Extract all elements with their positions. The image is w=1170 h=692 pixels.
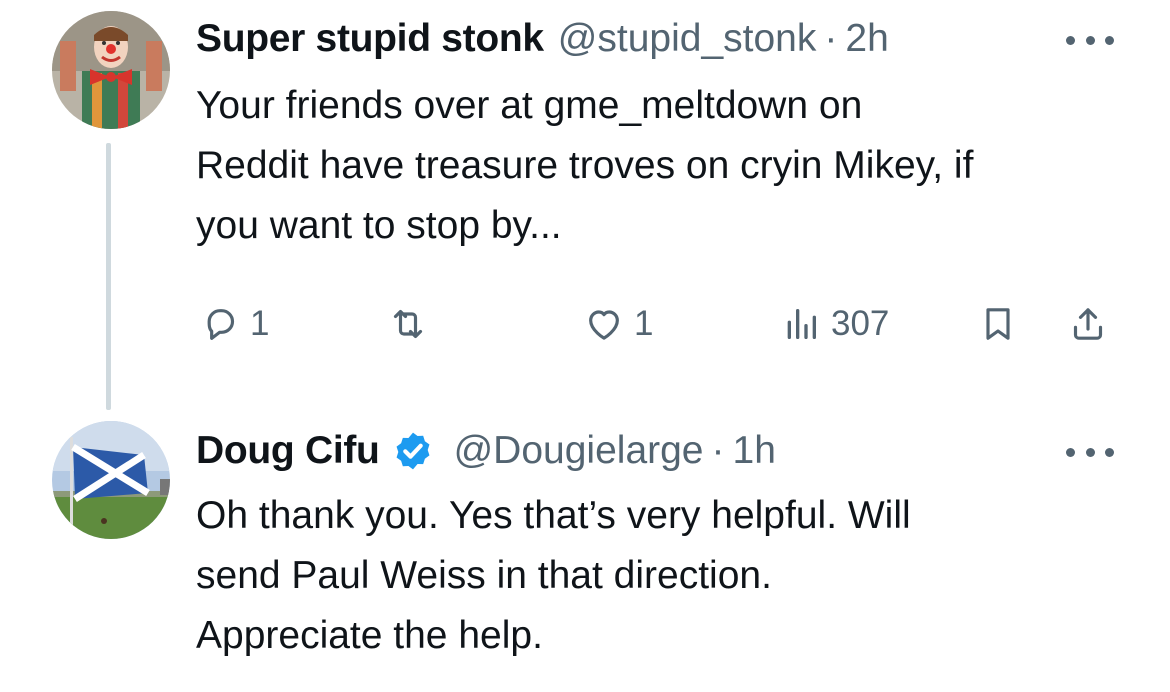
views-button[interactable]: 307: [781, 296, 889, 352]
more-icon-dot: [1066, 35, 1075, 45]
tweet-text: Your friends over at gme_meltdown on Red…: [196, 76, 1136, 256]
more-icon-dot: [1066, 447, 1075, 457]
tweet-header: Doug Cifu @Dougielarge · 1h: [196, 428, 776, 474]
verified-badge-icon[interactable]: [392, 430, 434, 472]
tweet-text: Oh thank you. Yes that’s very helpful. W…: [196, 486, 1136, 666]
more-options-button[interactable]: [1066, 440, 1114, 464]
tweet-text-line: you want to stop by...: [196, 204, 562, 247]
display-name[interactable]: Doug Cifu: [196, 428, 380, 474]
scotland-flag-avatar-image: [52, 421, 170, 539]
timestamp[interactable]: 1h: [733, 428, 776, 474]
share-button[interactable]: [1068, 296, 1108, 352]
more-options-button[interactable]: [1066, 28, 1114, 52]
tweet-text-line: Appreciate the help.: [196, 614, 543, 657]
bookmark-button[interactable]: [978, 296, 1018, 352]
avatar[interactable]: [52, 11, 170, 129]
like-count: 1: [634, 304, 654, 343]
display-name[interactable]: Super stupid stonk: [196, 16, 544, 62]
reply-button[interactable]: 1: [200, 296, 269, 352]
more-icon-dot: [1085, 35, 1095, 45]
bookmark-icon: [986, 308, 1010, 340]
user-handle[interactable]: @stupid_stonk: [558, 16, 817, 62]
retweet-button[interactable]: [388, 296, 428, 352]
header-separator: ·: [824, 17, 838, 60]
view-count: 307: [831, 304, 890, 343]
clown-avatar-image: [52, 11, 170, 129]
avatar[interactable]: [52, 421, 170, 539]
share-icon: [1073, 308, 1103, 340]
retweet-icon: [393, 309, 423, 339]
like-button[interactable]: 1: [584, 296, 653, 352]
thread-connector-line: [106, 143, 111, 410]
user-handle[interactable]: @Dougielarge: [454, 428, 704, 474]
more-icon-dot: [1105, 35, 1114, 45]
tweet-text-line: Reddit have treasure troves on cryin Mik…: [196, 144, 974, 187]
tweet-text-line: Your friends over at gme_meltdown on: [196, 84, 863, 127]
tweet-action-bar: 1 1 307: [0, 296, 1170, 352]
reply-icon: [207, 309, 235, 340]
heart-icon: [589, 310, 619, 340]
more-icon-dot: [1085, 447, 1095, 457]
tweet-header: Super stupid stonk @stupid_stonk · 2h: [196, 16, 889, 62]
timestamp[interactable]: 2h: [845, 16, 888, 62]
more-icon-dot: [1105, 447, 1114, 457]
tweet-text-line: send Paul Weiss in that direction.: [196, 554, 772, 597]
reply-count: 1: [250, 304, 270, 343]
tweet-text-line: Oh thank you. Yes that’s very helpful. W…: [196, 494, 911, 537]
header-separator: ·: [711, 429, 725, 472]
views-icon: [787, 309, 816, 339]
